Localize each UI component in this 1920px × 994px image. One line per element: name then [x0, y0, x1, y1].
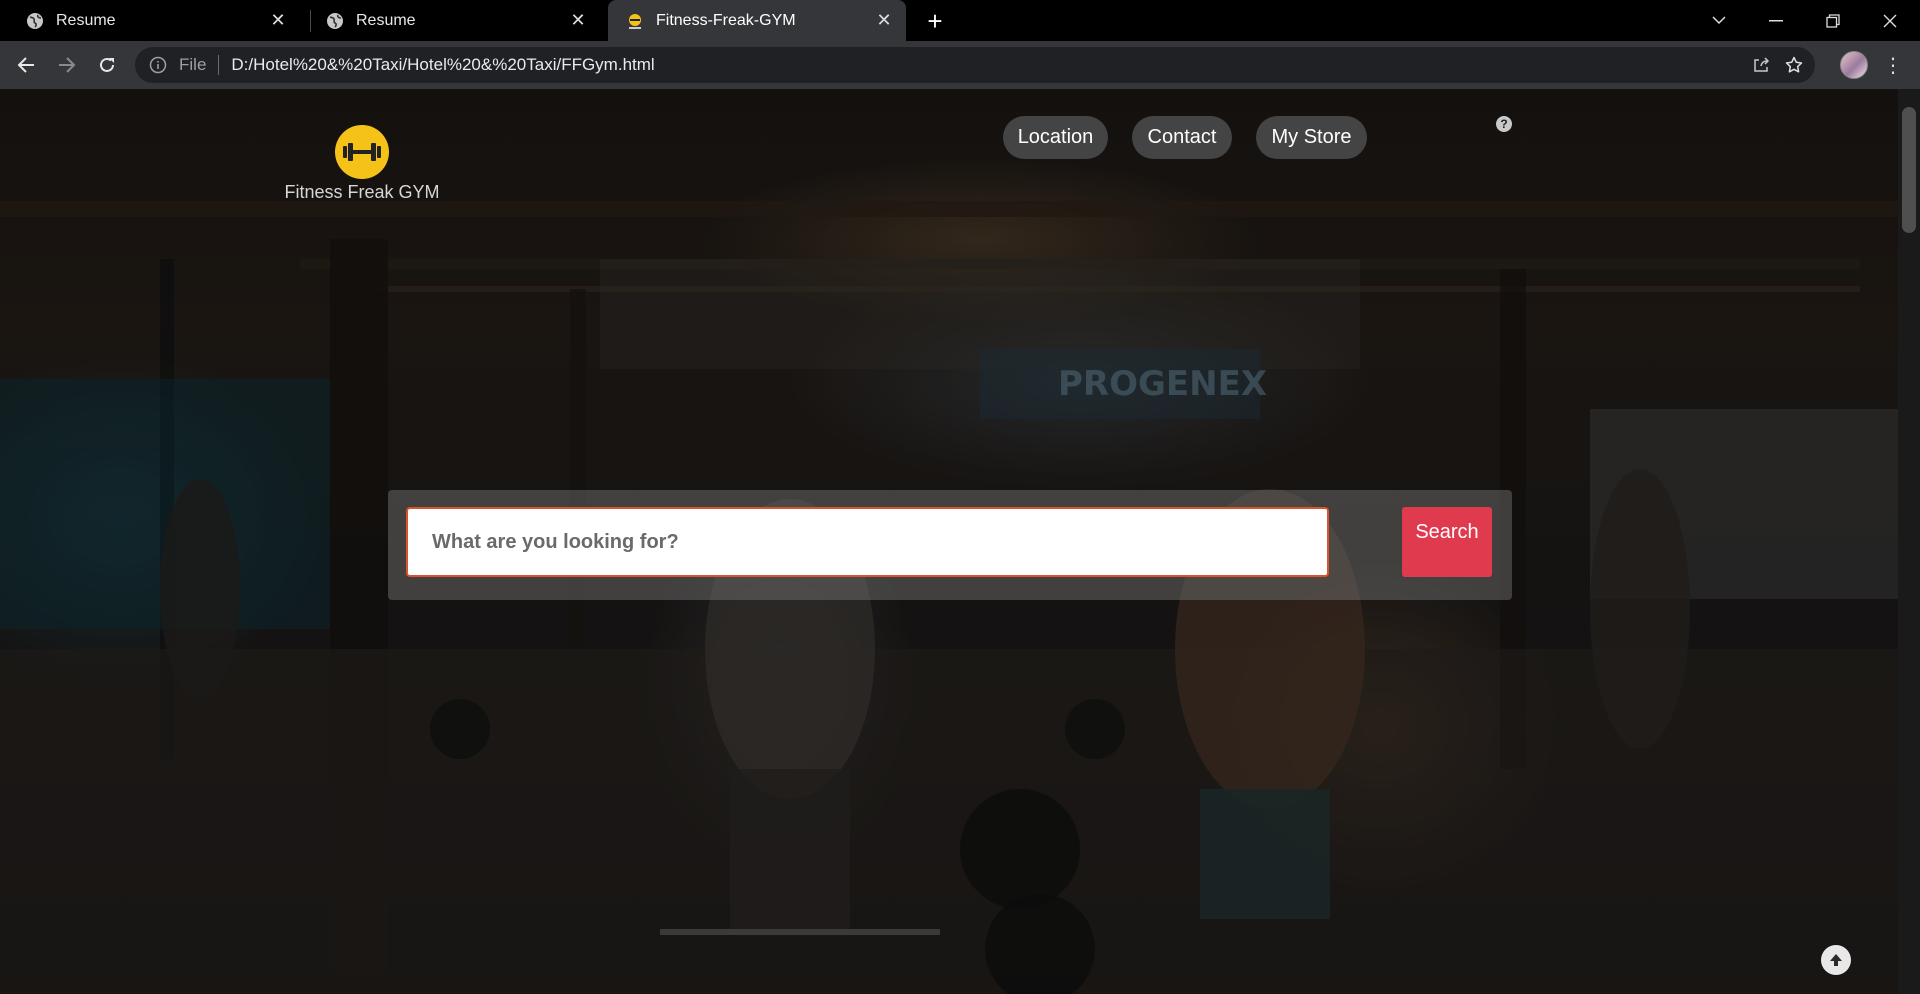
nav-my-store-button[interactable]: My Store [1256, 116, 1367, 159]
tab-resume-2[interactable]: Resume ✕ [300, 0, 600, 41]
scrollbar-thumb[interactable] [1902, 107, 1916, 233]
share-icon[interactable] [1747, 47, 1775, 83]
url-text[interactable]: D:/Hotel%20&%20Taxi/Hotel%20&%20Taxi/FFG… [231, 55, 654, 75]
brand-logo[interactable]: Fitness Freak GYM [282, 125, 442, 203]
reload-icon[interactable] [93, 51, 121, 79]
close-tab-icon[interactable]: ✕ [874, 10, 894, 31]
bookmark-star-icon[interactable] [1780, 47, 1808, 83]
browser-toolbar: File D:/Hotel%20&%20Taxi/Hotel%20&%20Tax… [0, 41, 1920, 89]
forward-arrow-icon[interactable] [53, 51, 81, 79]
scheme-divider [218, 55, 220, 75]
new-tab-icon[interactable]: + [922, 6, 948, 36]
back-arrow-icon[interactable] [12, 51, 40, 79]
page-viewport: PROGENEX Fitness Freak GYM Location Cont… [0, 89, 1898, 994]
tab-title: Resume [56, 11, 116, 29]
tab-title: Fitness-Freak-GYM [656, 11, 796, 29]
globe-icon [326, 12, 344, 30]
tab-title: Resume [356, 11, 416, 29]
minimize-icon[interactable] [1748, 0, 1804, 41]
page-scrollbar[interactable] [1898, 89, 1920, 994]
nav-contact-button[interactable]: Contact [1132, 116, 1232, 159]
search-input[interactable] [406, 507, 1329, 577]
tab-strip: Resume ✕ Resume ✕ Fitness-Freak-GYM ✕ + [0, 0, 1920, 41]
info-icon[interactable] [149, 56, 167, 74]
search-button[interactable]: Search [1402, 507, 1492, 577]
tab-search-chevron-icon[interactable] [1691, 0, 1747, 41]
file-scheme-label: File [179, 55, 207, 74]
tab-resume-1[interactable]: Resume ✕ [0, 0, 300, 41]
nav-location-button[interactable]: Location [1003, 116, 1108, 159]
logo-text: Fitness Freak GYM [284, 182, 440, 202]
close-tab-icon[interactable]: ✕ [568, 10, 588, 31]
restore-icon[interactable] [1805, 0, 1861, 41]
tab-fitness-freak-gym[interactable]: Fitness-Freak-GYM ✕ [608, 0, 906, 41]
close-tab-icon[interactable]: ✕ [268, 10, 288, 31]
profile-avatar[interactable] [1840, 51, 1868, 79]
globe-icon [26, 12, 44, 30]
close-window-icon[interactable] [1862, 0, 1918, 41]
scroll-to-top-icon[interactable] [1821, 945, 1851, 975]
dumbbell-logo-icon [335, 125, 389, 179]
dumbbell-favicon [626, 12, 644, 30]
browser-menu-icon[interactable]: ⋮ [1883, 51, 1903, 79]
address-bar[interactable]: File D:/Hotel%20&%20Taxi/Hotel%20&%20Tax… [135, 47, 1815, 83]
help-icon[interactable]: ? [1496, 116, 1512, 132]
